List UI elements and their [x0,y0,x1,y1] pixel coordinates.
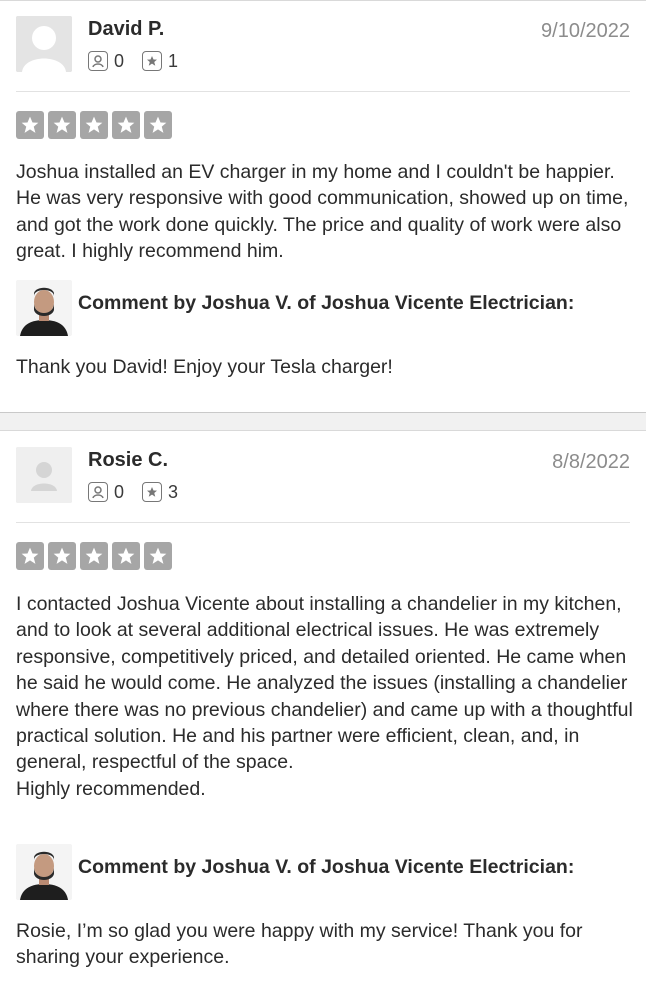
reviewer-avatar[interactable] [16,447,72,503]
star-icon [48,542,76,570]
owner-comment-title: Comment by Joshua V. of Joshua Vicente E… [78,292,575,314]
star-rating [16,111,176,139]
review-card: Rosie C. 8/8/2022 0 3 I contacted Joshua… [0,431,646,1000]
header-divider [16,522,630,523]
owner-comment-text: Thank you David! Enjoy your Tesla charge… [16,356,393,378]
friends-icon [88,51,108,71]
header-divider [16,91,630,92]
star-icon [80,111,108,139]
star-icon [80,542,108,570]
default-avatar-icon [16,16,72,72]
reviewer-name[interactable]: David P. [88,18,164,41]
owner-comment-title: Comment by Joshua V. of Joshua Vicente E… [78,856,575,878]
reviewer-stats: 0 3 [88,480,196,504]
star-icon [48,111,76,139]
reviewer-stats: 0 1 [88,49,196,73]
reviews-count: 1 [168,50,179,71]
review-text: I contacted Joshua Vicente about install… [16,593,633,800]
star-icon [112,111,140,139]
review-date: 8/8/2022 [552,451,630,473]
star-icon [144,111,172,139]
star-icon [144,542,172,570]
reviews-count: 3 [168,481,179,502]
star-rating [16,542,176,570]
star-icon [16,542,44,570]
owner-photo-icon [16,280,72,336]
friends-icon [88,482,108,502]
owner-avatar[interactable] [16,844,72,900]
friends-count: 0 [114,50,125,71]
review-card: David P. 9/10/2022 0 1 Joshua installed … [0,0,646,412]
reviewer-name[interactable]: Rosie C. [88,449,168,472]
owner-comment-text: Rosie, I’m so glad you were happy with m… [16,920,583,969]
review-count-icon [142,482,163,502]
review-text: Joshua installed an EV charger in my hom… [16,161,629,263]
owner-avatar[interactable] [16,280,72,336]
review-date: 9/10/2022 [541,20,630,42]
friends-count: 0 [114,481,125,502]
review-count-icon [142,51,163,71]
star-icon [16,111,44,139]
reviewer-avatar[interactable] [16,16,72,72]
review-separator [0,412,646,431]
default-avatar-icon [16,447,72,503]
star-icon [112,542,140,570]
owner-photo-icon [16,844,72,900]
